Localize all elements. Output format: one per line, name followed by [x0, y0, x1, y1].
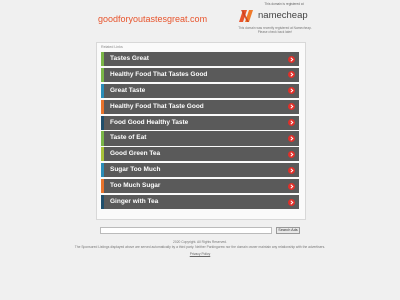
related-link-row[interactable]: Ginger with Tea	[101, 195, 299, 210]
footer: 2020 Copyright. All Rights Reserved. The…	[60, 240, 340, 257]
search-bar: Search Ads	[100, 227, 300, 235]
search-input[interactable]	[100, 227, 272, 234]
domain-title[interactable]: goodforyoutastesgreat.com	[98, 14, 207, 24]
arrow-right-icon	[288, 55, 295, 63]
related-link-row[interactable]: Too Much Sugar	[101, 179, 299, 194]
related-link-row[interactable]: Great Taste	[101, 83, 299, 98]
arrow-right-icon	[288, 87, 295, 95]
related-link-label: Ginger with Tea	[110, 198, 159, 206]
namecheap-logo-icon	[239, 10, 253, 22]
related-link-label: Taste of Eat	[110, 134, 147, 142]
namecheap-logo[interactable]: namecheap	[238, 8, 308, 24]
related-link-label: Tastes Great	[110, 55, 149, 62]
arrow-right-icon	[288, 71, 295, 79]
related-link-label: Great Taste	[110, 86, 146, 94]
arrow-right-icon	[288, 134, 295, 142]
related-links-panel: Related Links Tastes Great Healthy Food T…	[96, 42, 306, 220]
arrow-right-icon	[288, 166, 295, 174]
header: goodforyoutastesgreat.com This domain is…	[0, 0, 400, 40]
related-link-label: Healthy Food That Tastes Good	[110, 70, 208, 78]
panel-heading: Related Links	[101, 45, 123, 49]
disclaimer-text: The Sponsored Listings displayed above a…	[74, 244, 326, 249]
arrow-right-icon	[288, 119, 295, 127]
related-link-row[interactable]: Sugar Too Much	[101, 163, 299, 178]
related-link-row[interactable]: Healthy Food That Taste Good	[101, 99, 299, 114]
registered-line: This domain is registered at	[264, 2, 304, 6]
related-link-label: Food Good Healthy Taste	[110, 118, 189, 126]
related-link-label: Too Much Sugar	[110, 182, 161, 190]
related-link-label: Sugar Too Much	[110, 166, 161, 174]
arrow-right-icon	[288, 103, 295, 111]
arrow-right-icon	[288, 182, 295, 190]
namecheap-wordmark: namecheap	[258, 10, 308, 21]
namecheap-note: This domain was recently registered at N…	[238, 26, 312, 35]
related-link-row[interactable]: Food Good Healthy Taste	[101, 115, 299, 130]
arrow-right-icon	[288, 198, 295, 206]
related-link-row[interactable]: Taste of Eat	[101, 131, 299, 146]
related-links-list: Tastes Great Healthy Food That Tastes Goo…	[101, 52, 299, 211]
related-link-row[interactable]: Tastes Great	[101, 52, 299, 67]
search-button[interactable]: Search Ads	[276, 227, 300, 234]
related-link-row[interactable]: Good Green Tea	[101, 147, 299, 162]
related-link-label: Healthy Food That Taste Good	[110, 102, 204, 110]
related-link-label: Good Green Tea	[110, 150, 161, 158]
arrow-right-icon	[288, 150, 295, 158]
related-link-row[interactable]: Healthy Food That Tastes Good	[101, 67, 299, 82]
privacy-policy-link[interactable]: Privacy Policy	[60, 252, 340, 257]
